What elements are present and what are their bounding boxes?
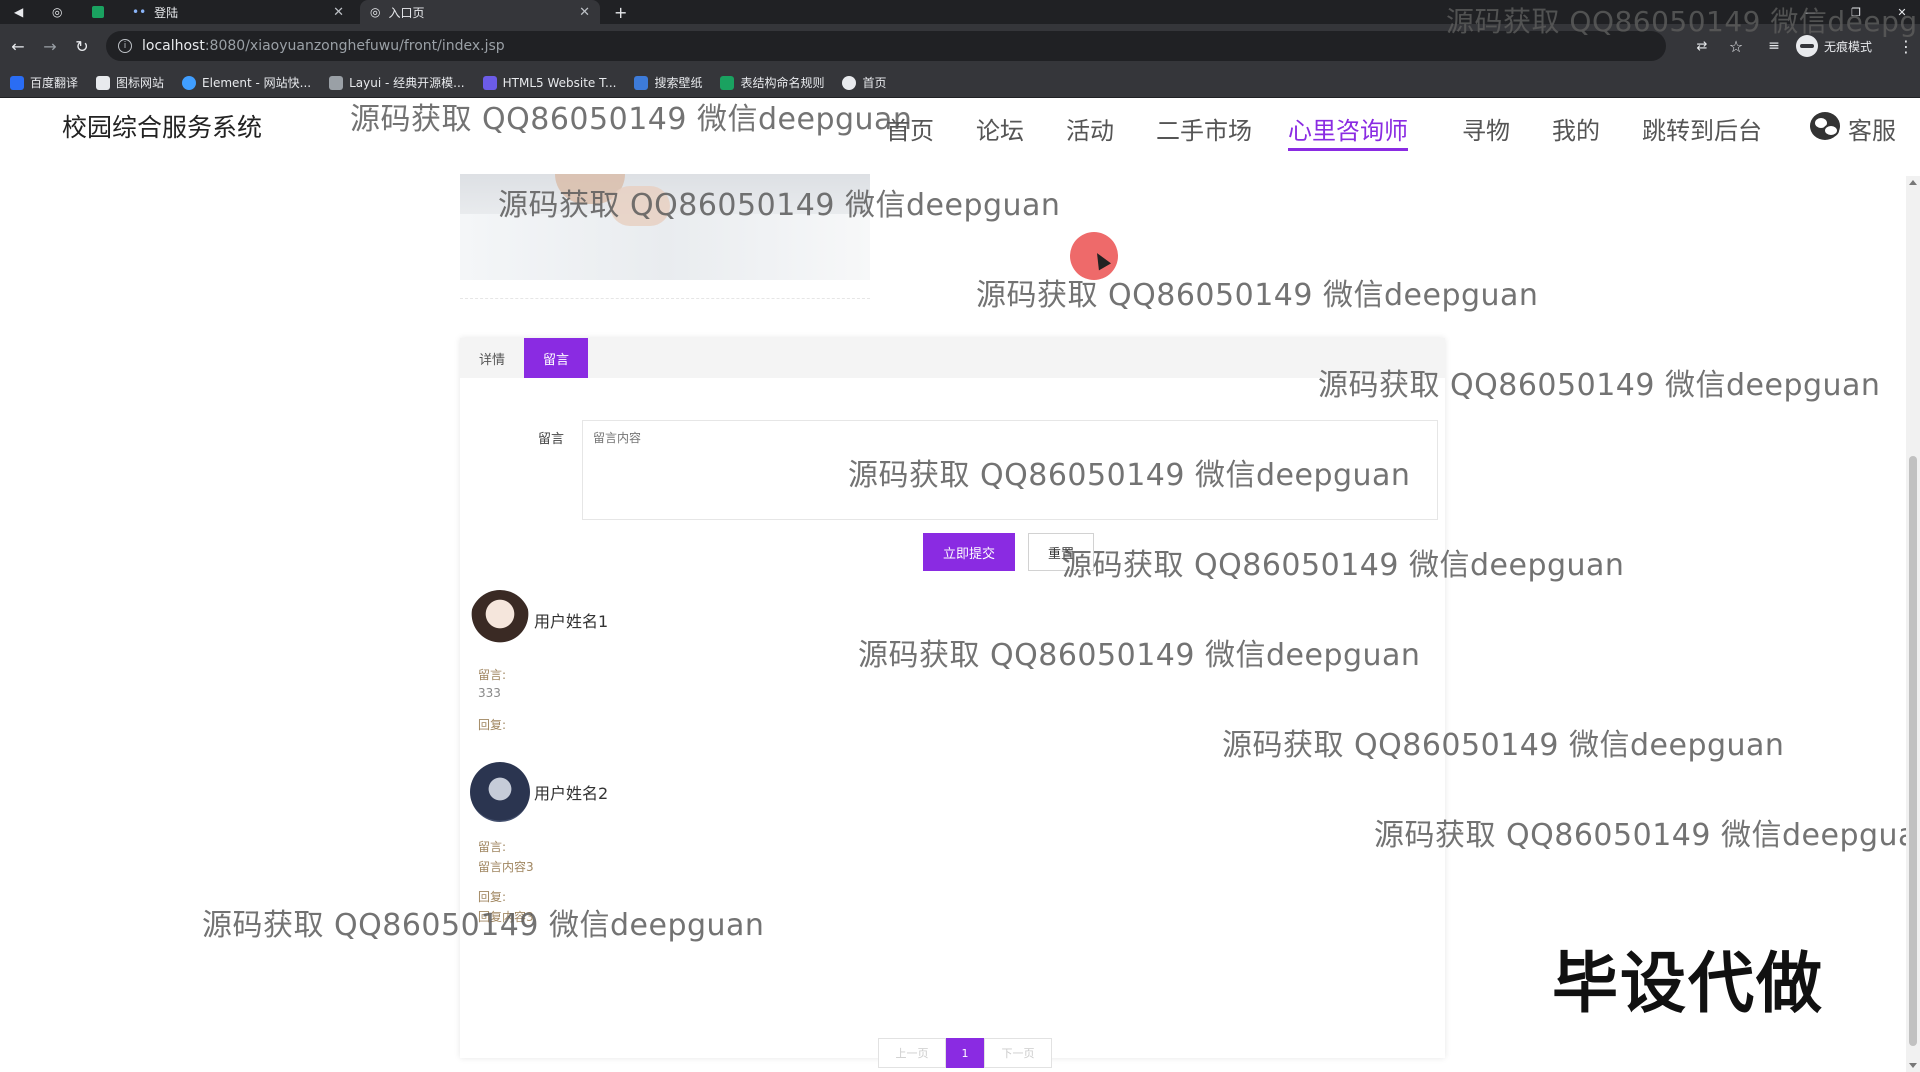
- scrollbar-thumb[interactable]: [1909, 456, 1917, 1046]
- nav-lost-found[interactable]: 寻物: [1462, 111, 1510, 146]
- tab-favicon-globe-icon: ◎: [370, 5, 381, 19]
- bookmark-item[interactable]: 表结构命名规则: [720, 74, 824, 91]
- bookmarks-bar: 百度翻译 图标网站 Element - 网站快... Layui - 经典开源模…: [0, 68, 1920, 98]
- bookmark-favicon-icon: [634, 75, 649, 90]
- bookmark-favicon-icon: [482, 75, 497, 90]
- watermark: 源码获取 QQ86050149 微信deepguan: [858, 638, 1421, 673]
- message-label: 留言: [538, 432, 565, 447]
- bookmark-favicon-icon: [96, 75, 111, 90]
- page-number-button[interactable]: 1: [946, 1038, 984, 1068]
- pinned-tab-globe-icon[interactable]: ◎: [52, 0, 62, 24]
- forward-arrow-icon[interactable]: →: [38, 34, 62, 58]
- bookmark-item[interactable]: 首页: [842, 74, 887, 91]
- url-host: localhost: [142, 38, 205, 54]
- site-title: 校园综合服务系统: [62, 113, 263, 142]
- bookmark-favicon-icon: [182, 75, 197, 90]
- submit-button[interactable]: 立即提交: [923, 533, 1015, 571]
- watermark: 源码获取 QQ86050149 微信deepguan: [350, 102, 913, 137]
- incognito-label: 无痕模式: [1824, 39, 1873, 54]
- comment-item: 用户姓名2 留言: 留言内容3 回复: 回复内容3: [470, 762, 1070, 924]
- divider: [460, 298, 870, 299]
- tab-audio-icon[interactable]: ◀: [14, 0, 23, 24]
- comment-message-label: 留言:: [478, 840, 507, 854]
- tab-title: 登陆: [154, 5, 179, 20]
- nav-counselor[interactable]: 心里咨询师: [1288, 111, 1408, 151]
- customer-service-link[interactable]: 客服: [1848, 111, 1896, 146]
- bookmark-item[interactable]: Element - 网站快...: [182, 74, 311, 91]
- watermark: 源码获取 QQ86050149 微信deepguan: [1374, 818, 1920, 853]
- address-bar[interactable]: i localhost:8080/xiaoyuanzonghefuwu/fron…: [106, 31, 1666, 61]
- bookmark-item[interactable]: 百度翻译: [10, 74, 78, 91]
- comment-message: 留言内容3: [478, 860, 534, 874]
- bookmark-favicon-icon: [329, 75, 344, 90]
- comment-username: 用户姓名2: [534, 784, 609, 803]
- watermark: 源码获取 QQ86050149 微信deepguan: [1062, 548, 1625, 583]
- tab-message[interactable]: 留言: [524, 338, 588, 378]
- wechat-icon[interactable]: [1810, 112, 1840, 140]
- pinned-tab-sheet-icon[interactable]: [92, 0, 104, 24]
- url-path: :8080/xiaoyuanzonghefuwu/front/index.jsp: [204, 38, 505, 54]
- tab-detail[interactable]: 详情: [460, 338, 524, 378]
- tab-index[interactable]: ◎ 入口页 ✕: [360, 0, 600, 24]
- bookmark-item[interactable]: HTML5 Website T...: [482, 75, 616, 90]
- scroll-down-arrow-icon[interactable]: [1909, 1063, 1917, 1068]
- bookmark-item[interactable]: 图标网站: [96, 74, 164, 91]
- tab-favicon-icon: ••: [132, 5, 147, 19]
- avatar: [470, 762, 530, 822]
- watermark: 源码获取 QQ86050149 微信deepguan: [202, 908, 765, 943]
- watermark: 源码获取 QQ86050149 微信deepguan: [848, 458, 1411, 493]
- back-arrow-icon[interactable]: ←: [6, 34, 30, 58]
- watermark: 源码获取 QQ86050149 微信deepguan: [1318, 368, 1881, 403]
- bookmark-favicon-icon: [10, 75, 24, 90]
- tab-login[interactable]: •• 登陆 ✕: [122, 0, 354, 24]
- close-icon[interactable]: ✕: [579, 5, 590, 20]
- bookmark-item[interactable]: Layui - 经典开源模...: [329, 74, 465, 91]
- watermark: 源码获取 QQ86050149 微信deepguan: [976, 278, 1539, 313]
- next-page-button[interactable]: 下一页: [984, 1038, 1052, 1068]
- nav-admin[interactable]: 跳转到后台: [1642, 111, 1762, 146]
- bookmark-favicon-icon: [842, 75, 857, 90]
- nav-forum[interactable]: 论坛: [976, 111, 1024, 146]
- watermark: 源码获取 QQ86050149 微信deepguan: [1222, 728, 1785, 763]
- new-tab-button[interactable]: +: [614, 0, 627, 24]
- detail-card: 详情 留言 留言 立即提交 重置 用户姓名1 留言: 333 回复: 用户姓名2…: [460, 338, 1445, 1068]
- nav-activities[interactable]: 活动: [1066, 111, 1114, 146]
- bookmark-favicon-icon: [720, 75, 735, 90]
- nav-secondhand-market[interactable]: 二手市场: [1156, 111, 1252, 146]
- watermark: 源码获取 QQ86050149 微信deepguan: [498, 188, 1061, 223]
- prev-page-button[interactable]: 上一页: [878, 1038, 946, 1068]
- comment-username: 用户姓名1: [534, 612, 609, 631]
- close-icon[interactable]: ✕: [333, 5, 344, 20]
- nav-mine[interactable]: 我的: [1552, 111, 1600, 146]
- bookmark-item[interactable]: 搜索壁纸: [634, 74, 702, 91]
- comment-reply-label: 回复:: [478, 718, 507, 732]
- pagination: 上一页 1 下一页: [878, 1038, 1052, 1068]
- reload-icon[interactable]: ↻: [70, 34, 94, 58]
- site-info-icon[interactable]: i: [118, 39, 132, 53]
- page-scrollbar[interactable]: [1906, 176, 1920, 1072]
- promo-text: 毕设代做: [1552, 945, 1824, 1022]
- watermark: 源码获取 QQ86050149 微信deepguan: [1446, 5, 1920, 38]
- web-page: 校园综合服务系统 首页 论坛 活动 二手市场 心里咨询师 寻物 我的 跳转到后台…: [0, 98, 1920, 1072]
- scroll-up-arrow-icon[interactable]: [1909, 180, 1917, 185]
- tab-bar: 详情 留言: [460, 338, 1445, 378]
- comment-message-label: 留言:: [478, 668, 507, 682]
- comment-message: 333: [478, 686, 501, 700]
- tab-title: 入口页: [388, 5, 425, 20]
- avatar: [470, 590, 530, 650]
